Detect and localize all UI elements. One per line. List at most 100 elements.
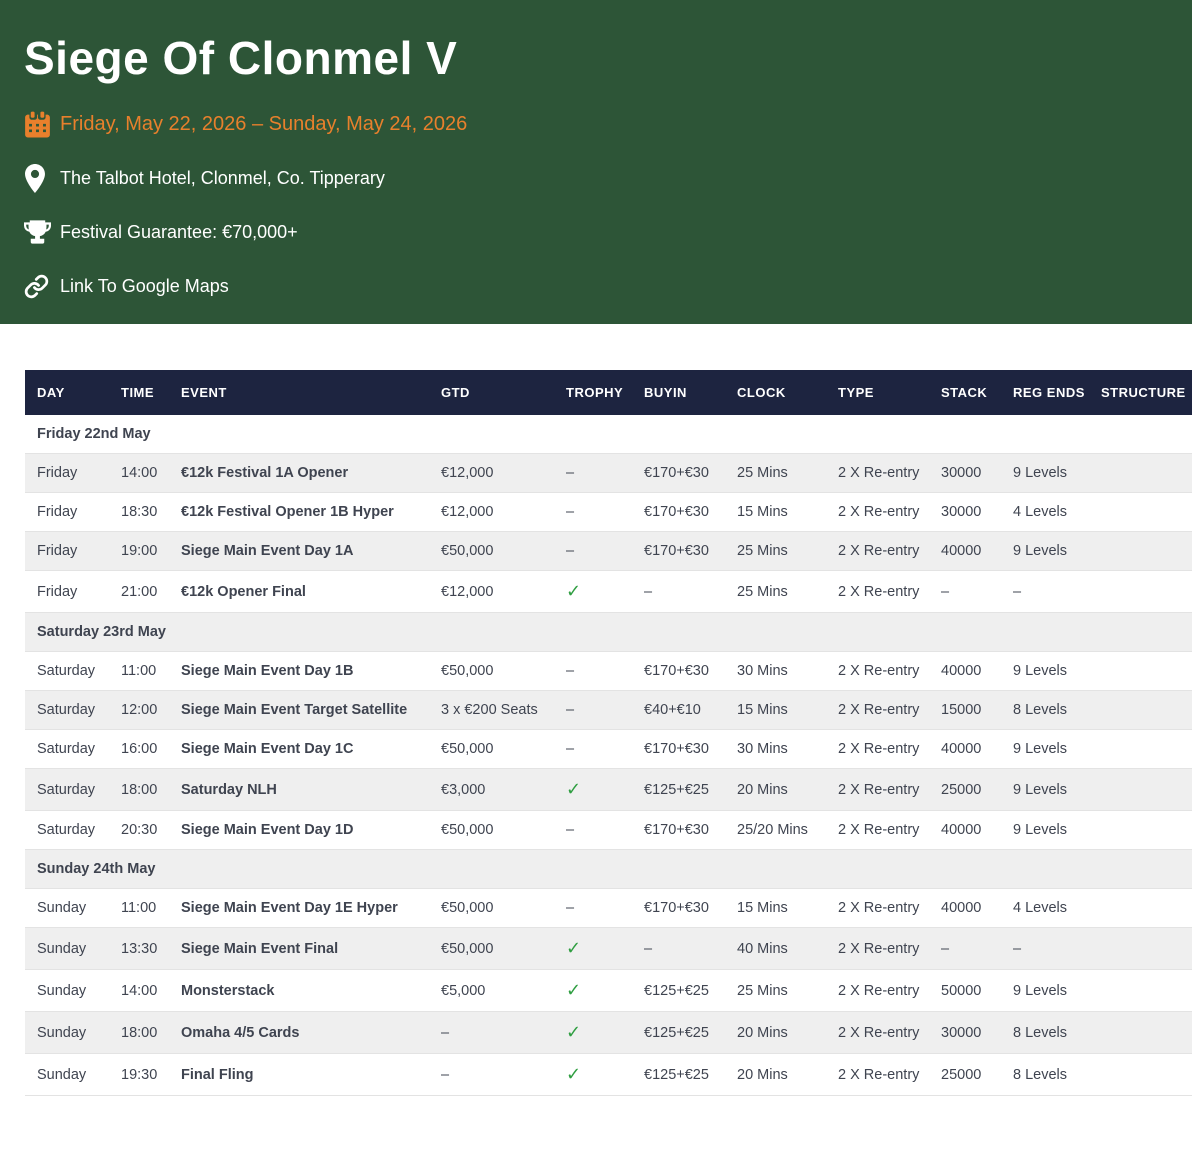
day-section-row: Friday 22nd May bbox=[25, 415, 1192, 454]
event-cell: Siege Main Event Day 1D bbox=[169, 811, 429, 850]
type-cell: 2 X Re-entry bbox=[826, 652, 929, 691]
type-cell: 2 X Re-entry bbox=[826, 811, 929, 850]
day-section-label: Friday 22nd May bbox=[25, 415, 1192, 454]
buyin-cell: – bbox=[632, 571, 725, 613]
venue-text: The Talbot Hotel, Clonmel, Co. Tipperary bbox=[60, 168, 385, 189]
event-cell: Siege Main Event Day 1A bbox=[169, 532, 429, 571]
gtd-cell: €50,000 bbox=[429, 730, 554, 769]
day-cell: Friday bbox=[25, 532, 109, 571]
event-row: Friday 21:00 €12k Opener Final €12,000 ✓… bbox=[25, 571, 1192, 613]
trophy-cell: ✓ bbox=[554, 970, 632, 1012]
clock-cell: 30 Mins bbox=[725, 730, 826, 769]
buyin-cell: €170+€30 bbox=[632, 652, 725, 691]
schedule-table-container: DAY TIME EVENT GTD TROPHY BUYIN CLOCK TY… bbox=[25, 370, 1192, 1096]
event-cell: Siege Main Event Day 1C bbox=[169, 730, 429, 769]
column-header-day: DAY bbox=[25, 370, 109, 415]
time-cell: 20:30 bbox=[109, 811, 169, 850]
link-icon bbox=[24, 274, 54, 299]
trophy-cell: – bbox=[554, 889, 632, 928]
reg-ends-cell: 9 Levels bbox=[1001, 769, 1089, 811]
stack-cell: – bbox=[929, 571, 1001, 613]
reg-ends-cell: 8 Levels bbox=[1001, 1012, 1089, 1054]
type-cell: 2 X Re-entry bbox=[826, 928, 929, 970]
type-cell: 2 X Re-entry bbox=[826, 691, 929, 730]
trophy-cell: – bbox=[554, 730, 632, 769]
column-header-stack: STACK bbox=[929, 370, 1001, 415]
clock-cell: 15 Mins bbox=[725, 493, 826, 532]
gtd-cell: €50,000 bbox=[429, 652, 554, 691]
stack-cell: 30000 bbox=[929, 493, 1001, 532]
buyin-cell: – bbox=[632, 928, 725, 970]
clock-cell: 25 Mins bbox=[725, 571, 826, 613]
buyin-cell: €170+€30 bbox=[632, 811, 725, 850]
trophy-check-icon: ✓ bbox=[566, 980, 581, 1000]
buyin-cell: €40+€10 bbox=[632, 691, 725, 730]
gtd-cell: – bbox=[429, 1012, 554, 1054]
gtd-cell: €50,000 bbox=[429, 532, 554, 571]
buyin-cell: €170+€30 bbox=[632, 454, 725, 493]
clock-cell: 40 Mins bbox=[725, 928, 826, 970]
structure-cell bbox=[1089, 454, 1192, 493]
calendar-icon bbox=[24, 111, 54, 138]
stack-cell: 25000 bbox=[929, 1054, 1001, 1096]
gtd-cell: €12,000 bbox=[429, 493, 554, 532]
column-header-event: EVENT bbox=[169, 370, 429, 415]
type-cell: 2 X Re-entry bbox=[826, 769, 929, 811]
day-cell: Saturday bbox=[25, 691, 109, 730]
gtd-cell: €3,000 bbox=[429, 769, 554, 811]
day-section-label: Sunday 24th May bbox=[25, 850, 1192, 889]
event-cell: Saturday NLH bbox=[169, 769, 429, 811]
type-cell: 2 X Re-entry bbox=[826, 1054, 929, 1096]
time-cell: 21:00 bbox=[109, 571, 169, 613]
type-cell: 2 X Re-entry bbox=[826, 454, 929, 493]
event-cell: €12k Opener Final bbox=[169, 571, 429, 613]
gtd-cell: €12,000 bbox=[429, 454, 554, 493]
event-row: Friday 18:30 €12k Festival Opener 1B Hyp… bbox=[25, 493, 1192, 532]
trophy-cell: ✓ bbox=[554, 928, 632, 970]
column-header-reg-ends: REG ENDS bbox=[1001, 370, 1089, 415]
event-cell: €12k Festival Opener 1B Hyper bbox=[169, 493, 429, 532]
gtd-cell: €50,000 bbox=[429, 811, 554, 850]
event-hero: Siege Of Clonmel V Friday, May 22, 2026 … bbox=[0, 0, 1192, 324]
trophy-check-icon: ✓ bbox=[566, 1064, 581, 1084]
trophy-check-icon: ✓ bbox=[566, 779, 581, 799]
event-row: Friday 14:00 €12k Festival 1A Opener €12… bbox=[25, 454, 1192, 493]
clock-cell: 25 Mins bbox=[725, 532, 826, 571]
structure-cell bbox=[1089, 928, 1192, 970]
event-cell: Omaha 4/5 Cards bbox=[169, 1012, 429, 1054]
maps-row: Link To Google Maps bbox=[24, 272, 1168, 301]
event-row: Sunday 18:00 Omaha 4/5 Cards – ✓ €125+€2… bbox=[25, 1012, 1192, 1054]
stack-cell: 40000 bbox=[929, 889, 1001, 928]
event-row: Saturday 20:30 Siege Main Event Day 1D €… bbox=[25, 811, 1192, 850]
reg-ends-cell: 9 Levels bbox=[1001, 454, 1089, 493]
column-header-type: TYPE bbox=[826, 370, 929, 415]
day-cell: Saturday bbox=[25, 730, 109, 769]
stack-cell: 40000 bbox=[929, 811, 1001, 850]
trophy-check-icon: ✓ bbox=[566, 1022, 581, 1042]
reg-ends-cell: 8 Levels bbox=[1001, 1054, 1089, 1096]
page-title: Siege Of Clonmel V bbox=[24, 32, 1168, 85]
clock-cell: 15 Mins bbox=[725, 889, 826, 928]
structure-cell bbox=[1089, 493, 1192, 532]
time-cell: 11:00 bbox=[109, 652, 169, 691]
type-cell: 2 X Re-entry bbox=[826, 1012, 929, 1054]
day-cell: Friday bbox=[25, 571, 109, 613]
google-maps-link[interactable]: Link To Google Maps bbox=[60, 276, 229, 297]
buyin-cell: €125+€25 bbox=[632, 1054, 725, 1096]
table-header-row: DAY TIME EVENT GTD TROPHY BUYIN CLOCK TY… bbox=[25, 370, 1192, 415]
gtd-cell: €50,000 bbox=[429, 928, 554, 970]
event-cell: Siege Main Event Day 1B bbox=[169, 652, 429, 691]
gtd-cell: – bbox=[429, 1054, 554, 1096]
event-row: Friday 19:00 Siege Main Event Day 1A €50… bbox=[25, 532, 1192, 571]
type-cell: 2 X Re-entry bbox=[826, 571, 929, 613]
reg-ends-cell: 9 Levels bbox=[1001, 532, 1089, 571]
reg-ends-cell: 9 Levels bbox=[1001, 730, 1089, 769]
column-header-buyin: BUYIN bbox=[632, 370, 725, 415]
buyin-cell: €125+€25 bbox=[632, 970, 725, 1012]
guarantee-row: Festival Guarantee: €70,000+ bbox=[24, 218, 1168, 247]
reg-ends-cell: 4 Levels bbox=[1001, 493, 1089, 532]
structure-cell bbox=[1089, 532, 1192, 571]
type-cell: 2 X Re-entry bbox=[826, 532, 929, 571]
column-header-clock: CLOCK bbox=[725, 370, 826, 415]
gtd-cell: 3 x €200 Seats bbox=[429, 691, 554, 730]
